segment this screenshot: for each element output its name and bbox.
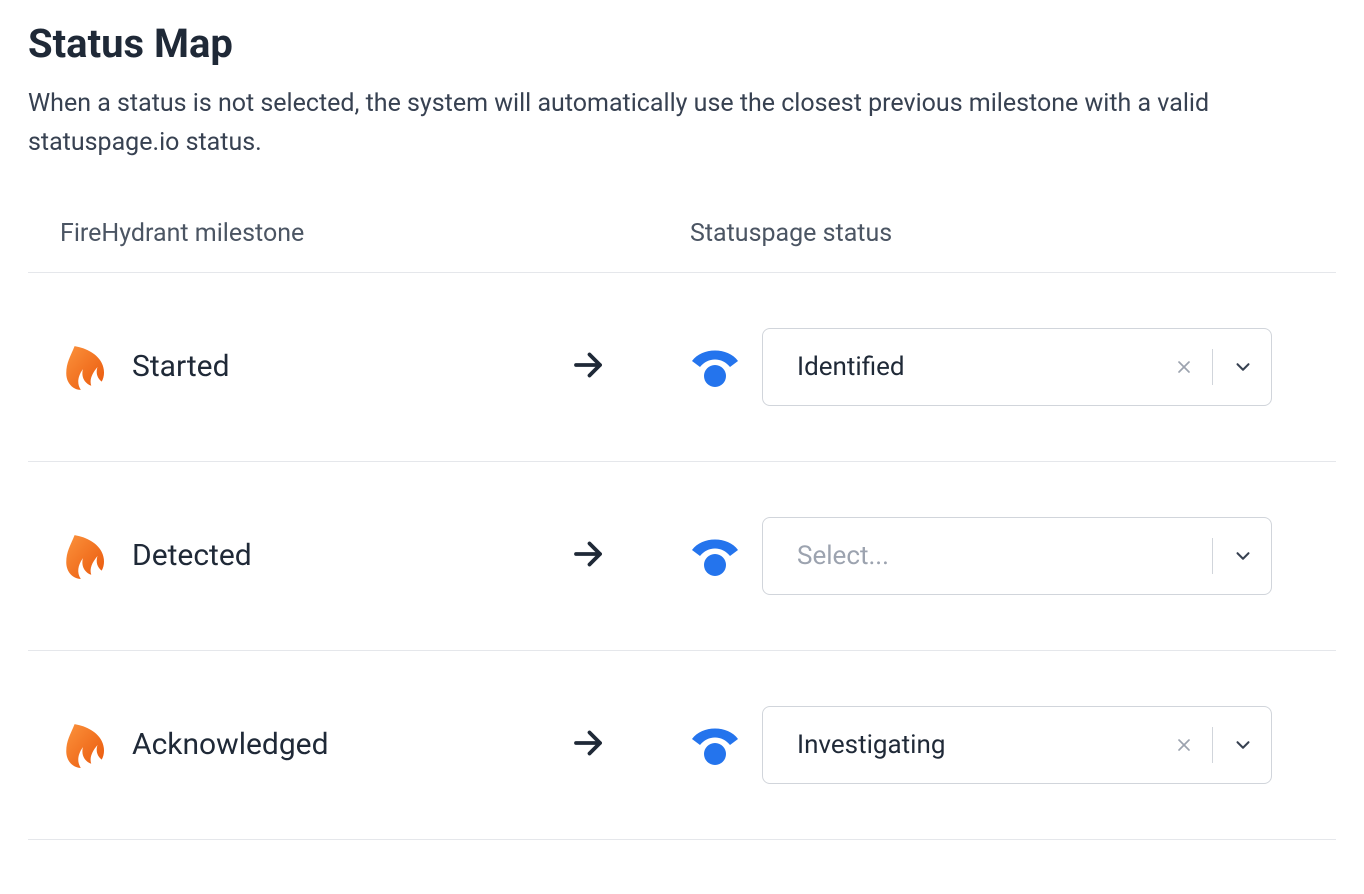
arrow-right-icon xyxy=(570,725,606,765)
status-select-value: Identified xyxy=(797,352,1168,382)
page-description: When a status is not selected, the syste… xyxy=(28,85,1328,163)
statuspage-icon xyxy=(690,723,740,767)
chevron-down-icon[interactable] xyxy=(1225,349,1261,385)
status-select-placeholder: Select... xyxy=(797,541,1206,571)
table-header: FireHydrant milestone Statuspage status xyxy=(28,219,1336,273)
arrow-right-icon xyxy=(570,347,606,387)
statuspage-icon xyxy=(690,534,740,578)
firehydrant-icon xyxy=(60,342,110,392)
table-row: Started Identified xyxy=(28,273,1336,462)
status-map-table: FireHydrant milestone Statuspage status xyxy=(28,219,1336,840)
clear-icon[interactable] xyxy=(1168,729,1200,761)
chevron-down-icon[interactable] xyxy=(1225,727,1261,763)
chevron-down-icon[interactable] xyxy=(1225,538,1261,574)
milestone-label: Acknowledged xyxy=(132,727,329,762)
firehydrant-icon xyxy=(60,531,110,581)
column-header-milestone: FireHydrant milestone xyxy=(60,219,304,248)
status-select[interactable]: Identified xyxy=(762,328,1272,406)
clear-icon[interactable] xyxy=(1168,351,1200,383)
status-select[interactable]: Investigating xyxy=(762,706,1272,784)
divider xyxy=(1212,538,1213,574)
table-row: Detected Select... xyxy=(28,462,1336,651)
divider xyxy=(1212,349,1213,385)
status-select[interactable]: Select... xyxy=(762,517,1272,595)
milestone-label: Detected xyxy=(132,538,252,573)
arrow-right-icon xyxy=(570,536,606,576)
divider xyxy=(1212,727,1213,763)
page-title: Status Map xyxy=(28,20,1336,67)
status-select-value: Investigating xyxy=(797,730,1168,760)
column-header-status: Statuspage status xyxy=(690,219,892,248)
firehydrant-icon xyxy=(60,720,110,770)
statuspage-icon xyxy=(690,345,740,389)
milestone-label: Started xyxy=(132,349,230,384)
table-row: Acknowledged Investigating xyxy=(28,651,1336,840)
